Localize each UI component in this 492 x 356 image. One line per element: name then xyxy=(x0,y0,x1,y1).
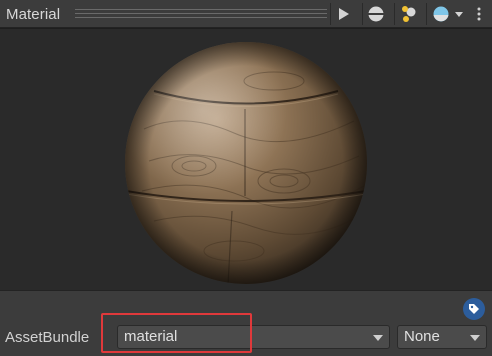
drag-handle[interactable] xyxy=(75,9,327,18)
play-icon xyxy=(339,8,349,20)
light-toggle-button[interactable] xyxy=(396,2,422,26)
asset-bundle-bar: AssetBundle material None xyxy=(0,290,492,356)
divider xyxy=(426,3,427,25)
asset-bundle-variant-dropdown[interactable]: None xyxy=(397,325,487,349)
light-icon xyxy=(402,6,416,22)
asset-bundle-name-value: material xyxy=(124,328,178,345)
sphere-shape-button[interactable] xyxy=(363,2,389,26)
preview-header: Material xyxy=(0,0,492,28)
more-vertical-icon xyxy=(477,7,481,21)
play-button[interactable] xyxy=(331,2,357,26)
asset-bundle-label: AssetBundle xyxy=(5,329,90,346)
chevron-down-icon xyxy=(455,12,463,17)
divider xyxy=(394,3,395,25)
tag-icon xyxy=(469,304,479,314)
chevron-down-icon xyxy=(373,335,383,341)
asset-label-button[interactable] xyxy=(463,298,485,320)
chevron-down-icon xyxy=(470,335,480,341)
preview-color-dropdown[interactable] xyxy=(428,2,468,26)
more-options-button[interactable] xyxy=(469,2,489,26)
material-preview[interactable] xyxy=(0,29,492,290)
preview-title: Material xyxy=(6,6,61,23)
asset-bundle-variant-value: None xyxy=(404,328,440,345)
material-sphere xyxy=(124,41,368,285)
preview-color-icon xyxy=(433,6,449,22)
asset-bundle-name-dropdown[interactable]: material xyxy=(117,325,390,349)
sphere-shape-icon xyxy=(368,6,384,22)
